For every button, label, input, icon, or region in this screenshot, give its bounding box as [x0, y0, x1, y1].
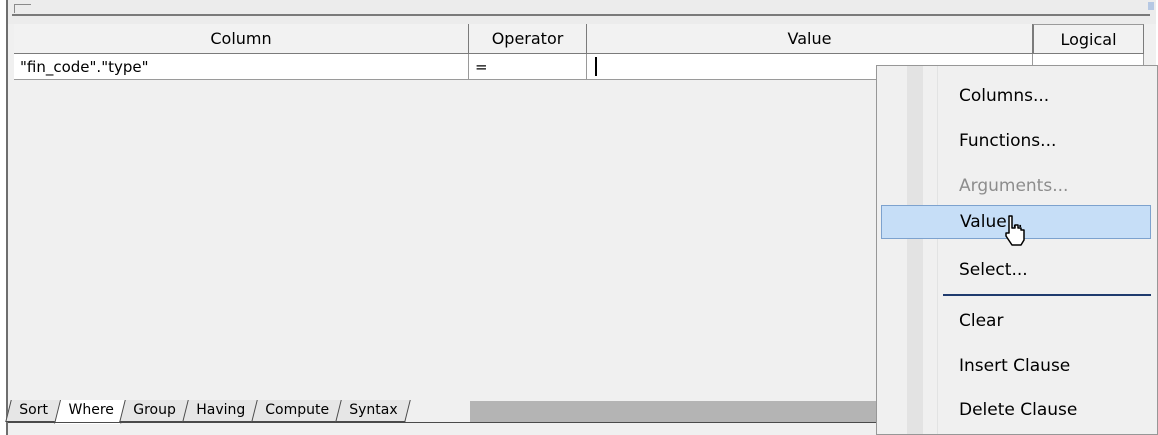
menu-item-functions[interactable]: Functions...	[881, 124, 1151, 158]
menu-item-arguments[interactable]: Arguments...	[881, 169, 1151, 203]
context-menu: Columns... Functions... Arguments... Val…	[876, 65, 1158, 435]
tab-sort[interactable]: Sort	[5, 400, 62, 422]
corner-marker	[14, 4, 31, 13]
tab-compute[interactable]: Compute	[251, 400, 343, 422]
tab-bar-filler	[470, 401, 890, 422]
strip-divider	[12, 14, 1150, 16]
tab-sort-label: Sort	[19, 402, 48, 418]
grid-header: Column Operator Value Logical	[14, 24, 1144, 54]
header-value[interactable]: Value	[587, 24, 1033, 54]
header-column[interactable]: Column	[14, 24, 469, 54]
menu-item-clear[interactable]: Clear	[881, 304, 1151, 338]
header-operator[interactable]: Operator	[469, 24, 587, 54]
menu-item-select[interactable]: Select...	[881, 253, 1151, 287]
tab-group[interactable]: Group	[119, 400, 190, 422]
column-cell[interactable]: "fin_code"."type"	[14, 54, 469, 80]
tab-syntax[interactable]: Syntax	[334, 400, 411, 422]
tab-bar-baseline	[8, 422, 890, 423]
tab-syntax-label: Syntax	[348, 402, 398, 418]
menu-separator	[943, 294, 1151, 296]
operator-cell[interactable]: =	[469, 54, 587, 80]
tab-bar: Sort Where Group Having Compute Syntax	[5, 400, 411, 428]
hand-pointer-cursor-icon	[1005, 215, 1025, 246]
menu-item-delete-clause[interactable]: Delete Clause	[881, 393, 1151, 427]
tab-having[interactable]: Having	[181, 400, 259, 422]
tab-where[interactable]: Where	[53, 400, 128, 424]
tab-having-label: Having	[195, 402, 246, 418]
header-logical[interactable]: Logical	[1033, 24, 1144, 54]
menu-item-insert-clause[interactable]: Insert Clause	[881, 349, 1151, 383]
top-scroll-strip	[8, 0, 1156, 24]
text-caret	[595, 57, 597, 76]
scrollbar-thumb[interactable]	[1148, 2, 1154, 10]
tab-group-label: Group	[133, 402, 176, 418]
tab-where-label: Where	[68, 402, 114, 418]
tab-compute-label: Compute	[265, 402, 329, 418]
menu-item-columns[interactable]: Columns...	[881, 79, 1151, 113]
